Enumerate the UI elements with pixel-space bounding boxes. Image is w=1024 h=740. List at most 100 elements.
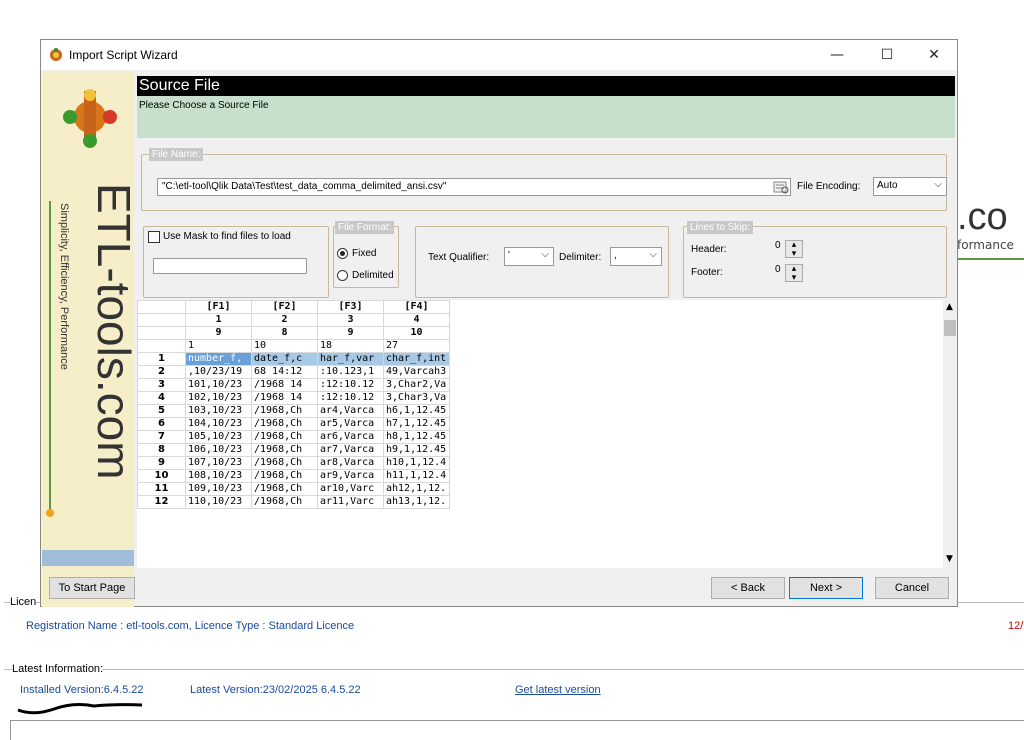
use-mask-checkbox[interactable] <box>148 231 160 243</box>
grid-cell[interactable]: /1968 14 <box>251 378 318 392</box>
column-meta-row: 1 10 18 27 <box>137 339 450 353</box>
grid-cell[interactable]: ah13,1,12. <box>383 495 450 509</box>
grid-cell[interactable]: :12:10.12 <box>317 391 384 405</box>
grid-cell[interactable]: h10,1,12.4 <box>383 456 450 470</box>
grid-cell[interactable]: 8 <box>251 326 318 340</box>
grid-cell[interactable]: 108,10/23 <box>185 469 252 483</box>
grid-cell[interactable]: /1968,Ch <box>251 469 318 483</box>
grid-cell[interactable]: char_f,int <box>383 352 450 366</box>
grid-cell[interactable]: 3 <box>317 313 384 327</box>
grid-cell[interactable]: 9 <box>317 326 384 340</box>
grid-cell[interactable]: number_f, <box>185 352 252 366</box>
row-number: 9 <box>137 456 186 470</box>
grid-cell[interactable]: ar8,Varca <box>317 456 384 470</box>
maximize-button[interactable]: ☐ <box>864 40 910 70</box>
grid-cell[interactable]: 106,10/23 <box>185 443 252 457</box>
grid-cell[interactable]: ar5,Varca <box>317 417 384 431</box>
grid-cell[interactable]: ,10/23/19 <box>185 365 252 379</box>
grid-cell[interactable]: 3,Char3,Va <box>383 391 450 405</box>
banner-footer <box>42 550 134 566</box>
grid-cell[interactable]: h7,1,12.45 <box>383 417 450 431</box>
text-qualifier-select[interactable]: ' ⌵ <box>504 247 554 266</box>
minimize-button[interactable]: — <box>814 40 860 70</box>
grid-cell[interactable]: 110,10/23 <box>185 495 252 509</box>
grid-cell[interactable]: ar10,Varc <box>317 482 384 496</box>
grid-cell[interactable]: 18 <box>317 339 384 353</box>
next-button[interactable]: Next > <box>789 577 863 599</box>
grid-cell[interactable]: [F3] <box>317 300 384 314</box>
mask-input[interactable] <box>153 258 307 274</box>
grid-cell[interactable]: ar11,Varc <box>317 495 384 509</box>
grid-cell[interactable]: /1968,Ch <box>251 430 318 444</box>
grid-cell[interactable]: 102,10/23 <box>185 391 252 405</box>
back-button[interactable]: < Back <box>711 577 785 599</box>
grid-cell[interactable]: 27 <box>383 339 450 353</box>
grid-cell[interactable]: /1968,Ch <box>251 456 318 470</box>
grid-cell[interactable]: /1968,Ch <box>251 417 318 431</box>
grid-cell[interactable]: ar4,Varca <box>317 404 384 418</box>
grid-cell[interactable]: h6,1,12.45 <box>383 404 450 418</box>
grid-cell[interactable]: 109,10/23 <box>185 482 252 496</box>
file-encoding-select[interactable]: Auto ⌵ <box>873 177 947 196</box>
footer-skip-value[interactable]: 0 <box>775 264 781 275</box>
grid-cell[interactable]: 49,Varcah3 <box>383 365 450 379</box>
grid-cell[interactable]: 1 <box>185 313 252 327</box>
grid-cell[interactable]: [F1] <box>185 300 252 314</box>
grid-cell[interactable]: 3,Char2,Va <box>383 378 450 392</box>
header-spinner-icon[interactable]: ▴ ▾ <box>785 240 803 259</box>
grid-cell[interactable]: 2 <box>251 313 318 327</box>
grid-cell[interactable]: 103,10/23 <box>185 404 252 418</box>
grid-cell[interactable]: :12:10.12 <box>317 378 384 392</box>
grid-cell[interactable]: 9 <box>185 326 252 340</box>
grid-cell[interactable]: /1968,Ch <box>251 443 318 457</box>
grid-cell[interactable]: date_f,c <box>251 352 318 366</box>
grid-cell[interactable]: /1968,Ch <box>251 482 318 496</box>
fixed-radio[interactable] <box>337 248 348 259</box>
grid-cell[interactable]: ar7,Varca <box>317 443 384 457</box>
get-latest-version-link[interactable]: Get latest version <box>515 684 601 696</box>
grid-cell[interactable]: ar6,Varca <box>317 430 384 444</box>
grid-cell[interactable]: 10 <box>383 326 450 340</box>
grid-cell[interactable]: [F4] <box>383 300 450 314</box>
grid-cell[interactable]: ah12,1,12. <box>383 482 450 496</box>
row-number <box>137 326 186 340</box>
scroll-down-icon[interactable]: ▼ <box>946 554 953 564</box>
footer-spinner-icon[interactable]: ▴ ▾ <box>785 264 803 283</box>
grid-cell[interactable]: 101,10/23 <box>185 378 252 392</box>
vertical-scrollbar[interactable]: ▲ ▼ <box>943 300 957 568</box>
header-skip-value[interactable]: 0 <box>775 240 781 251</box>
row-number: 6 <box>137 417 186 431</box>
grid-cell[interactable]: h11,1,12.4 <box>383 469 450 483</box>
row-number <box>137 313 186 327</box>
grid-cell[interactable]: /1968,Ch <box>251 404 318 418</box>
text-qualifier-label: Text Qualifier: <box>428 252 490 263</box>
grid-cell[interactable]: har_f,var <box>317 352 384 366</box>
grid-cell[interactable]: [F2] <box>251 300 318 314</box>
close-button[interactable]: ✕ <box>911 40 957 70</box>
grid-cell[interactable]: 10 <box>251 339 318 353</box>
scrollbar-thumb[interactable] <box>944 320 956 336</box>
grid-cell[interactable]: h8,1,12.45 <box>383 430 450 444</box>
grid-cell[interactable]: h9,1,12.45 <box>383 443 450 457</box>
row-number: 4 <box>137 391 186 405</box>
grid-cell[interactable]: ar9,Varca <box>317 469 384 483</box>
grid-cell[interactable]: :10.123,1 <box>317 365 384 379</box>
scroll-up-icon[interactable]: ▲ <box>946 302 953 312</box>
grid-cell[interactable]: 68 14:12 <box>251 365 318 379</box>
cancel-button[interactable]: Cancel <box>875 577 949 599</box>
grid-cell[interactable]: /1968,Ch <box>251 495 318 509</box>
grid-cell[interactable]: 104,10/23 <box>185 417 252 431</box>
file-path-input[interactable]: "C:\etl-tool\Qlik Data\Test\test_data_co… <box>157 178 791 196</box>
to-start-page-button[interactable]: To Start Page <box>49 577 135 599</box>
grid-cell[interactable]: 107,10/23 <box>185 456 252 470</box>
table-row: 5 103,10/23/1968,Ch ar4,Varca h6,1,12.45 <box>137 404 450 418</box>
delimiter-select[interactable]: , ⌵ <box>610 247 662 266</box>
delimited-radio[interactable] <box>337 270 348 281</box>
data-preview-grid[interactable]: [F1] [F2] [F3] [F4] 1 2 3 4 9 8 9 10 1 10 18 27 1 number_… <box>137 300 943 568</box>
grid-cell[interactable]: 1 <box>185 339 252 353</box>
grid-cell[interactable]: /1968 14 <box>251 391 318 405</box>
browse-file-icon[interactable] <box>773 180 789 194</box>
use-mask-label: Use Mask to find files to load <box>163 231 291 242</box>
grid-cell[interactable]: 4 <box>383 313 450 327</box>
grid-cell[interactable]: 105,10/23 <box>185 430 252 444</box>
